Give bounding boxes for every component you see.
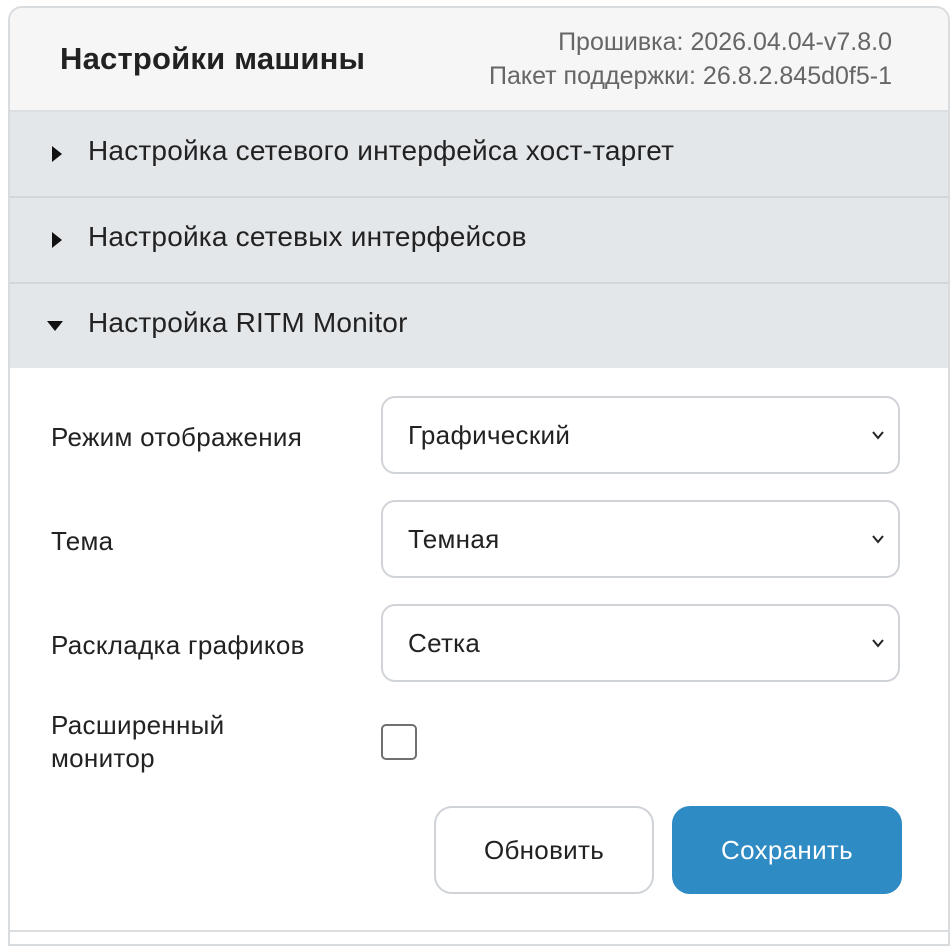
caret-right-icon <box>52 232 62 248</box>
refresh-button[interactable]: Обновить <box>434 806 654 894</box>
display-mode-value: Графический <box>408 420 571 450</box>
firmware-version: Прошивка: 2026.04.04-v7.8.0 <box>558 28 892 56</box>
caret-down-icon <box>47 321 63 331</box>
display-mode-select[interactable]: Графический <box>381 396 900 474</box>
page-title: Настройки машины <box>60 41 366 76</box>
save-button[interactable]: Сохранить <box>672 806 902 894</box>
accordion-network-interfaces[interactable]: Настройка сетевых интерфейсов <box>10 198 948 284</box>
divider <box>10 930 948 932</box>
extended-monitor-checkbox[interactable] <box>381 724 417 760</box>
machine-settings-panel: Настройки машины Прошивка: 2026.04.04-v7… <box>8 6 950 946</box>
support-package-version: Пакет поддержки: 26.8.2.845d0f5-1 <box>488 62 892 90</box>
panel-header: Настройки машины Прошивка: 2026.04.04-v7… <box>10 8 948 112</box>
chart-layout-select[interactable]: Сетка <box>381 604 900 682</box>
accordion-label: Настройка RITM Monitor <box>88 307 408 338</box>
display-mode-label: Режим отображения <box>51 422 303 452</box>
chart-layout-label: Раскладка графиков <box>51 630 305 660</box>
extended-monitor-label: Расширенный монитор <box>51 709 224 775</box>
accordion-label: Настройка сетевых интерфейсов <box>88 221 527 252</box>
ritm-monitor-settings: Режим отображения Графический Тема Темна… <box>10 368 948 944</box>
chart-layout-value: Сетка <box>408 628 481 658</box>
theme-label: Тема <box>51 526 114 556</box>
theme-select[interactable]: Темная <box>381 500 900 578</box>
chevron-down-icon <box>872 639 884 648</box>
caret-right-icon <box>52 146 62 162</box>
extended-monitor-label-line1: Расширенный <box>51 710 225 740</box>
accordion-ritm-monitor[interactable]: Настройка RITM Monitor <box>10 284 948 368</box>
accordion-label: Настройка сетевого интерфейса хост-тарге… <box>88 135 675 166</box>
extended-monitor-label-line2: монитор <box>51 743 155 773</box>
chevron-down-icon <box>872 431 884 440</box>
theme-value: Темная <box>408 524 500 554</box>
accordion-host-target-network[interactable]: Настройка сетевого интерфейса хост-тарге… <box>10 112 948 198</box>
version-info: Прошивка: 2026.04.04-v7.8.0 Пакет поддер… <box>489 25 892 93</box>
chevron-down-icon <box>872 535 884 544</box>
